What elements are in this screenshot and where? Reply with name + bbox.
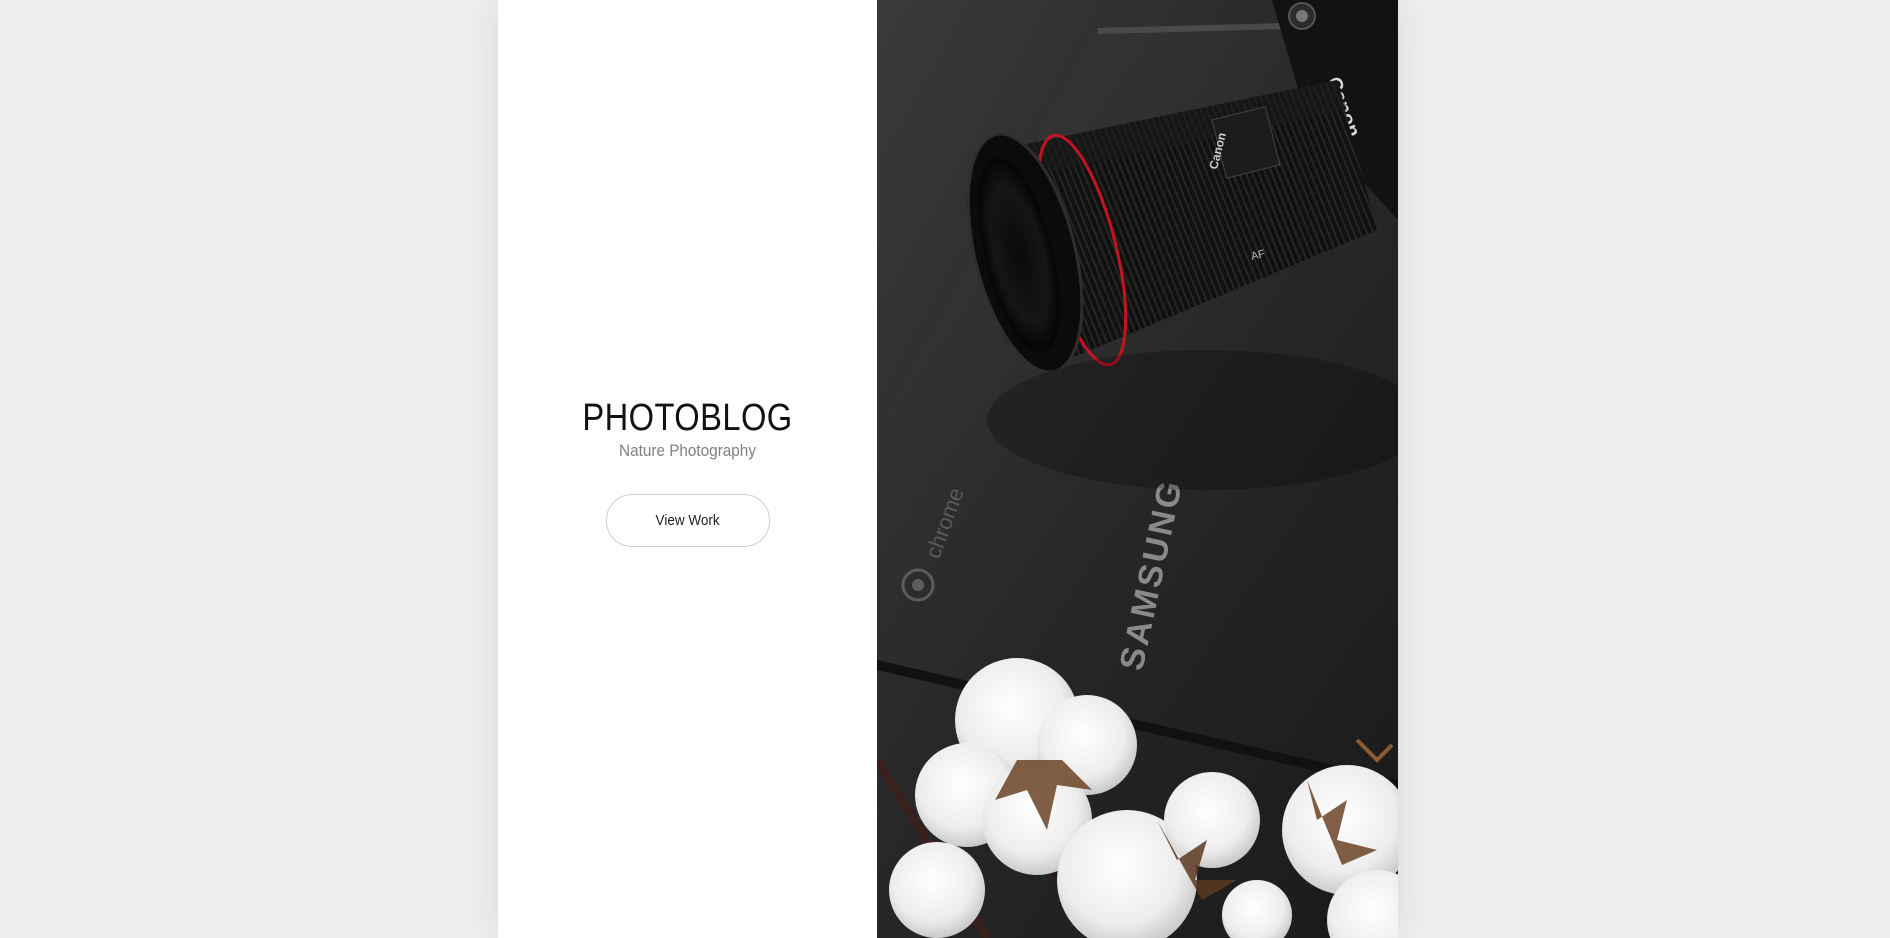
view-work-button[interactable]: View Work	[605, 494, 770, 547]
intro-content: PHOTOBLOG Nature Photography View Work	[498, 396, 877, 547]
intro-panel: PHOTOBLOG Nature Photography View Work	[498, 0, 877, 938]
site-subtitle: Nature Photography	[619, 441, 756, 460]
hero-photo-illustration: chrome SAMSUNG Canon AF	[877, 0, 1398, 938]
hero-photo: chrome SAMSUNG Canon AF	[877, 0, 1398, 938]
page-container: PHOTOBLOG Nature Photography View Work c…	[498, 0, 1398, 938]
view-work-label: View Work	[655, 512, 720, 529]
site-title: PHOTOBLOG	[582, 397, 793, 439]
